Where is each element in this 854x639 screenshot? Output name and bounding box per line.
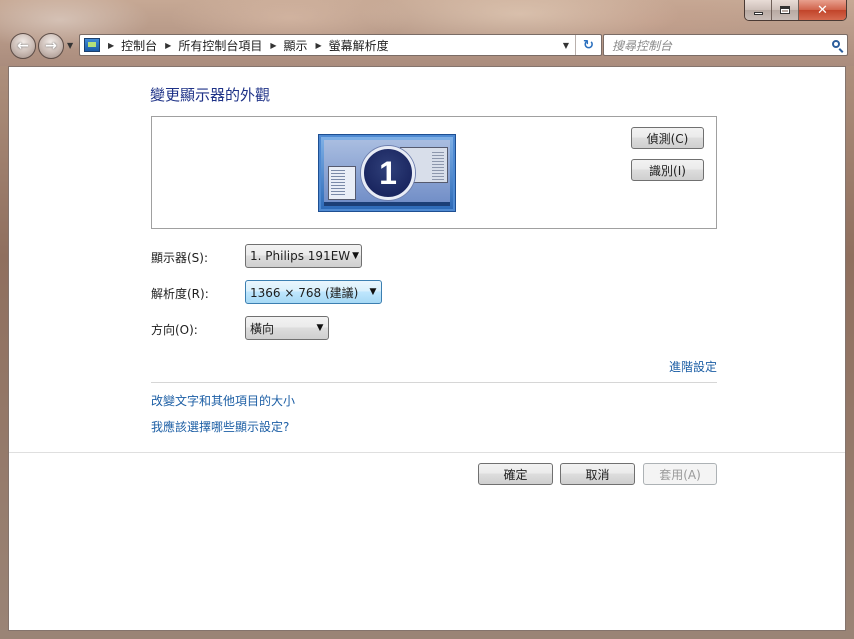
- chevron-down-icon: ▼: [352, 251, 360, 261]
- display-select[interactable]: 1. Philips 191EW ▼: [245, 244, 362, 268]
- close-button[interactable]: ✕: [799, 0, 846, 20]
- maximize-icon: [780, 6, 790, 14]
- apply-button[interactable]: 套用(A): [643, 463, 717, 485]
- chevron-right-icon[interactable]: ▶: [270, 41, 276, 50]
- divider: [151, 382, 717, 383]
- navigation-bar: ← → ▼ ▶ 控制台 ▶ 所有控制台項目 ▶ 顯示 ▶ 螢幕解析度 ▼ ↻ 搜…: [8, 31, 848, 59]
- display-select-value: 1. Philips 191EW: [250, 249, 351, 263]
- recent-pages-dropdown[interactable]: ▼: [67, 41, 73, 50]
- control-panel-icon: [84, 38, 100, 52]
- chevron-right-icon[interactable]: ▶: [108, 41, 114, 50]
- orientation-label: 方向(O):: [151, 323, 198, 337]
- chevron-right-icon[interactable]: ▶: [316, 41, 322, 50]
- window-frame: ✕ ← → ▼ ▶ 控制台 ▶ 所有控制台項目 ▶ 顯示 ▶ 螢幕解析度 ▼ ↻…: [0, 0, 854, 639]
- taskbar-thumbnail: [324, 202, 450, 206]
- detect-button[interactable]: 偵測(C): [631, 127, 704, 149]
- display-label: 顯示器(S):: [151, 251, 209, 265]
- identify-button[interactable]: 識別(I): [631, 159, 704, 181]
- maximize-button[interactable]: [772, 0, 799, 20]
- display-preview-area: 1 偵測(C) 識別(I): [151, 116, 717, 229]
- orientation-select-value: 橫向: [250, 321, 275, 336]
- page-title: 變更顯示器的外觀: [150, 86, 271, 104]
- refresh-icon: ↻: [583, 37, 594, 53]
- chevron-right-icon[interactable]: ▶: [165, 41, 171, 50]
- resolution-select[interactable]: 1366 × 768 (建議) ▼: [245, 280, 382, 304]
- search-box[interactable]: 搜尋控制台: [603, 34, 848, 56]
- footer-divider: [9, 452, 845, 453]
- breadcrumb-display[interactable]: 顯示: [284, 37, 308, 54]
- resolution-select-value: 1366 × 768 (建議): [250, 285, 359, 300]
- address-history-dropdown[interactable]: ▼: [559, 35, 573, 55]
- monitor-1-thumbnail[interactable]: 1: [319, 135, 455, 211]
- minimize-button[interactable]: [745, 0, 772, 20]
- breadcrumb-screen-resolution[interactable]: 螢幕解析度: [329, 37, 389, 54]
- back-arrow-icon: ←: [17, 38, 29, 54]
- display-settings-help-link[interactable]: 我應該選擇哪些顯示設定?: [151, 418, 289, 435]
- chevron-down-icon: ▼: [316, 323, 324, 333]
- text-size-link[interactable]: 改變文字和其他項目的大小: [151, 392, 295, 409]
- close-icon: ✕: [817, 2, 828, 18]
- advanced-settings-link[interactable]: 進階設定: [669, 358, 717, 375]
- caption-buttons: ✕: [744, 0, 847, 21]
- forward-button[interactable]: →: [38, 33, 64, 59]
- ok-button[interactable]: 確定: [478, 463, 553, 485]
- desktop-window-thumbnail: [328, 166, 356, 200]
- search-icon[interactable]: [827, 35, 847, 55]
- breadcrumb-all-items[interactable]: 所有控制台項目: [178, 37, 262, 54]
- minimize-icon: [753, 11, 763, 15]
- cancel-button[interactable]: 取消: [560, 463, 635, 485]
- content-pane: 變更顯示器的外觀 1 偵測(C) 識別(I) 顯示器(S): 1. Philip…: [8, 66, 846, 631]
- back-button[interactable]: ←: [10, 33, 36, 59]
- forward-arrow-icon: →: [45, 38, 57, 54]
- chevron-down-icon: ▼: [369, 287, 377, 297]
- breadcrumb-control-panel[interactable]: 控制台: [121, 37, 157, 54]
- address-bar[interactable]: ▶ 控制台 ▶ 所有控制台項目 ▶ 顯示 ▶ 螢幕解析度 ▼ ↻: [79, 34, 602, 56]
- search-input[interactable]: 搜尋控制台: [612, 37, 827, 54]
- orientation-select[interactable]: 橫向 ▼: [245, 316, 329, 340]
- resolution-label: 解析度(R):: [151, 287, 209, 301]
- refresh-button[interactable]: ↻: [575, 35, 601, 55]
- monitor-number-badge: 1: [361, 146, 415, 200]
